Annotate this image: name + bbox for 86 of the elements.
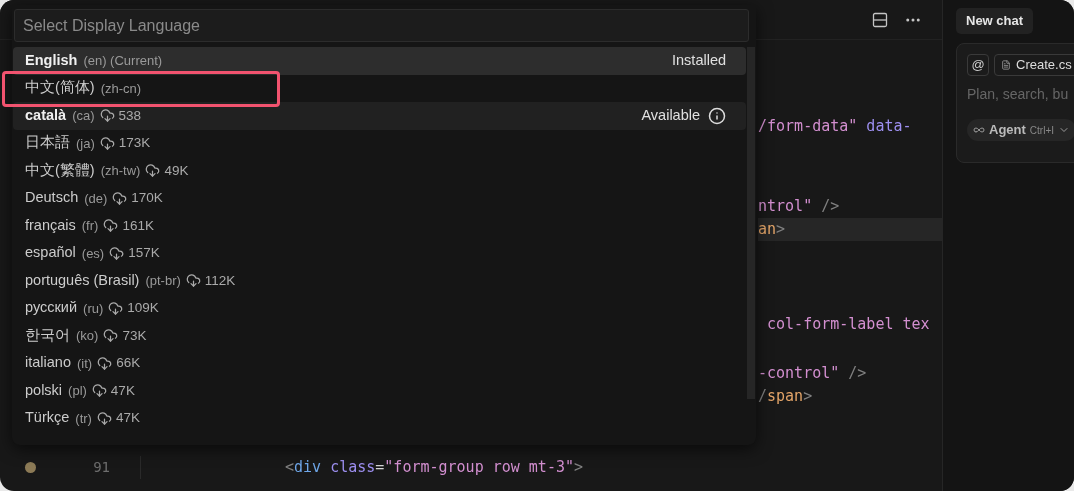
status-label: Installed <box>672 50 727 70</box>
cloud-download-icon <box>96 410 112 426</box>
scrollbar[interactable] <box>747 47 755 399</box>
cloud-download-icon <box>97 355 113 371</box>
new-chat-button[interactable]: New chat <box>956 8 1034 34</box>
status-label: Available <box>641 105 701 125</box>
file-chip[interactable]: Create.cs <box>994 54 1074 76</box>
language-code: (tr) <box>75 409 92 428</box>
language-name: русский <box>25 298 78 318</box>
language-code: (ko) <box>76 327 99 345</box>
line-number: 91 <box>92 458 110 477</box>
search-field[interactable]: Select Display Language <box>14 9 749 42</box>
language-name: Türkçe <box>25 408 70 428</box>
download-count: 73K <box>122 326 147 345</box>
file-icon <box>1001 60 1011 70</box>
cloud-download-icon <box>99 135 115 151</box>
download-count: 538 <box>118 106 142 125</box>
language-name: 中文(简体) <box>25 78 95 98</box>
language-option[interactable]: 中文(繁體) (zh-tw) 49K <box>13 157 747 185</box>
cloud-download-icon <box>91 383 107 399</box>
info-icon[interactable] <box>708 106 727 125</box>
language-name: 한국어 <box>25 325 70 345</box>
download-count: 66K <box>116 354 141 373</box>
language-name: português (Brasil) <box>25 270 140 290</box>
cloud-download-icon <box>103 328 119 344</box>
mention-button[interactable]: @ <box>967 54 989 76</box>
language-name: Deutsch <box>25 188 79 208</box>
download-count: 170K <box>131 189 163 208</box>
language-code: (zh-cn) <box>100 79 142 98</box>
cloud-download-icon <box>112 190 128 206</box>
code-line: <div class="form-group row mt-3"> <box>285 457 584 479</box>
language-option[interactable]: Deutsch (de) 170K <box>13 184 747 212</box>
language-code: (ca) <box>72 107 95 125</box>
chat-input-field[interactable]: Plan, search, bu <box>967 84 1074 105</box>
language-option[interactable]: 中文(简体) (zh-cn) <box>13 74 747 102</box>
cloud-download-icon <box>103 218 119 234</box>
cloud-download-icon <box>185 273 201 289</box>
language-name: English <box>25 50 78 70</box>
code-line: -control" /> <box>758 363 868 384</box>
language-name: italiano <box>25 353 71 373</box>
language-code: (zh-tw) <box>100 162 141 180</box>
language-option[interactable]: español (es) 157K <box>13 239 747 267</box>
code-line: /form-data" data- <box>758 116 913 137</box>
language-code: (en) (Current) <box>83 52 163 70</box>
download-count: 47K <box>115 409 140 428</box>
cloud-download-icon <box>99 108 115 124</box>
language-code: (fr) <box>81 217 99 235</box>
language-option[interactable]: русский (ru) 109K <box>13 294 747 322</box>
language-code: (pl) <box>68 382 87 400</box>
language-code: (pt-br) <box>145 272 181 290</box>
download-count: 49K <box>164 161 189 180</box>
language-option[interactable]: italiano (it) 66K <box>13 349 747 377</box>
split-layout-icon[interactable] <box>872 11 888 28</box>
cloud-download-icon <box>108 300 124 316</box>
agent-mode-button[interactable]: Agent Ctrl+I <box>967 119 1074 141</box>
download-count: 157K <box>128 244 160 263</box>
language-option[interactable]: català (ca) 538 Available <box>13 102 747 130</box>
language-option[interactable]: français (fr) 161K <box>13 212 747 240</box>
code-line: /span> <box>758 386 814 407</box>
language-option[interactable]: polski (pl) 47K <box>13 377 747 405</box>
language-name: polski <box>25 380 63 400</box>
language-code: (de) <box>84 189 108 208</box>
language-option[interactable]: 日本語 (ja) 173K <box>13 129 747 157</box>
language-option[interactable]: português (Brasil) (pt-br) 112K <box>13 267 747 295</box>
language-name: 中文(繁體) <box>25 160 95 180</box>
code-line: ntrol" /> <box>758 196 841 217</box>
language-name: català <box>25 105 67 125</box>
download-count: 109K <box>127 299 159 318</box>
download-count: 112K <box>204 271 236 290</box>
language-name: 日本語 <box>25 133 70 153</box>
language-code: (ja) <box>76 134 95 153</box>
language-name: español <box>25 243 76 263</box>
language-option[interactable]: Türkçe (tr) 47K <box>13 404 747 432</box>
language-name: français <box>25 215 76 235</box>
language-code: (it) <box>76 354 93 373</box>
language-code: (ru) <box>83 299 104 318</box>
download-count: 47K <box>110 381 135 400</box>
download-count: 161K <box>122 216 154 235</box>
code-line: col-form-label tex <box>766 314 931 335</box>
download-count: 173K <box>118 134 151 153</box>
language-option[interactable]: English (en) (Current) Installed <box>13 47 747 75</box>
cloud-download-icon <box>109 245 125 261</box>
language-code: (es) <box>81 244 105 263</box>
infinity-icon <box>973 124 985 136</box>
cloud-download-icon <box>145 163 161 179</box>
language-option[interactable]: 한국어 (ko) 73K <box>13 322 747 350</box>
